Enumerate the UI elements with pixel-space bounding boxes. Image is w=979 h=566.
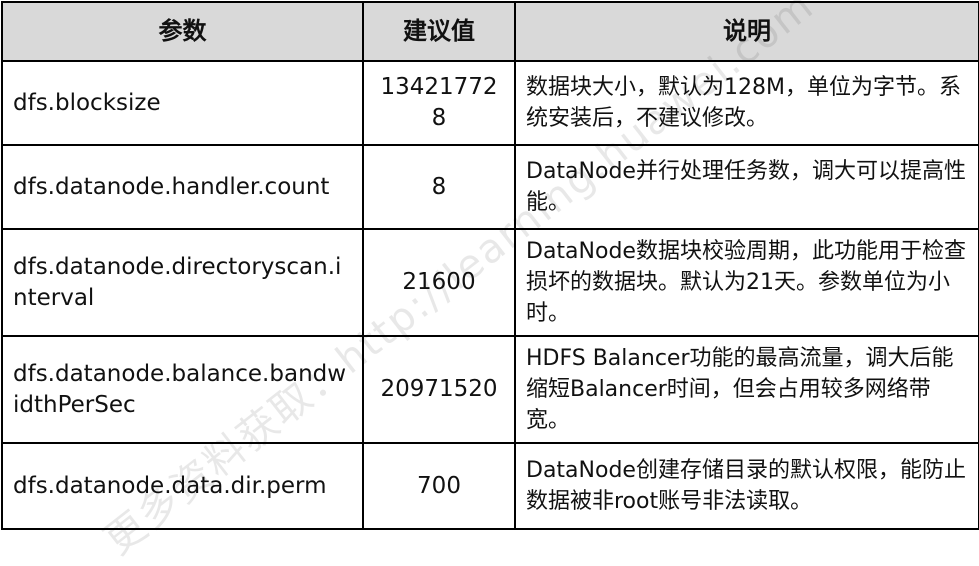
header-description: 说明 [514, 1, 979, 62]
description-cell: DataNode并行处理任务数，调大可以提高性能。 [514, 144, 979, 230]
table-row: dfs.datanode.data.dir.perm 700 DataNode创… [1, 442, 979, 530]
param-cell: dfs.blocksize [1, 60, 364, 146]
value-cell: 134217728 [362, 60, 516, 146]
value-cell: 21600 [362, 228, 516, 337]
param-cell: dfs.datanode.balance.bandwidthPerSec [1, 335, 364, 444]
header-value: 建议值 [362, 1, 516, 62]
description-cell: 数据块大小，默认为128M，单位为字节。系统安装后，不建议修改。 [514, 60, 979, 146]
description-cell: DataNode创建存储目录的默认权限，能防止数据被非root账号非法读取。 [514, 442, 979, 530]
description-cell: DataNode数据块校验周期，此功能用于检查损坏的数据块。默认为21天。参数单… [514, 228, 979, 337]
param-cell: dfs.datanode.directoryscan.interval [1, 228, 364, 337]
table-row: dfs.datanode.directoryscan.interval 2160… [1, 228, 979, 337]
param-cell: dfs.datanode.handler.count [1, 144, 364, 230]
table-row: dfs.datanode.handler.count 8 DataNode并行处… [1, 144, 979, 230]
value-cell: 700 [362, 442, 516, 530]
value-cell: 20971520 [362, 335, 516, 444]
table-row: dfs.datanode.balance.bandwidthPerSec 209… [1, 335, 979, 444]
value-cell: 8 [362, 144, 516, 230]
table-row: dfs.blocksize 134217728 数据块大小，默认为128M，单位… [1, 60, 979, 146]
description-cell: HDFS Balancer功能的最高流量，调大后能缩短Balancer时间，但会… [514, 335, 979, 444]
param-cell: dfs.datanode.data.dir.perm [1, 442, 364, 530]
header-param: 参数 [1, 1, 364, 62]
header-row: 参数 建议值 说明 [1, 1, 979, 62]
parameter-table: 参数 建议值 说明 dfs.blocksize 134217728 数据块大小，… [1, 1, 979, 530]
